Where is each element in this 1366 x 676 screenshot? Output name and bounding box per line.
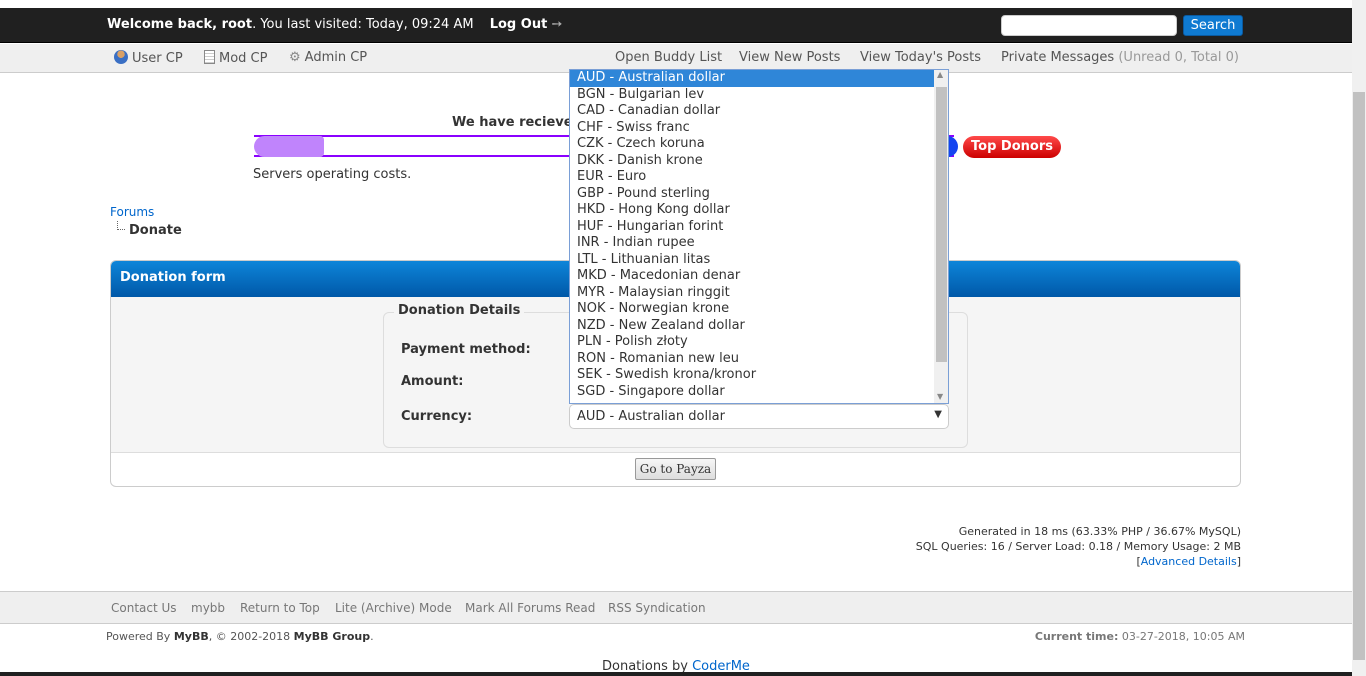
mybb-group-link[interactable]: MyBB Group (294, 630, 370, 643)
amount-label: Amount: (401, 374, 464, 389)
logout-link[interactable]: Log Out (490, 17, 548, 32)
currency-option[interactable]: PLN - Polish złoty (570, 334, 948, 351)
period: . (370, 630, 374, 643)
footer-nav: Contact Us mybb Return to Top Lite (Arch… (0, 591, 1352, 624)
currency-option[interactable]: NZD - New Zealand dollar (570, 318, 948, 335)
currency-option[interactable]: GBP - Pound sterling (570, 186, 948, 203)
notepad-icon (204, 50, 215, 64)
new-posts-link[interactable]: View New Posts (739, 50, 840, 65)
currency-option[interactable]: SGD - Singapore dollar (570, 384, 948, 401)
breadcrumb-forums[interactable]: Forums (110, 205, 154, 219)
breadcrumb-tree-line (117, 221, 125, 230)
dropdown-scrollbar[interactable]: ▲ ▼ (934, 70, 948, 403)
goal-description: Servers operating costs. (253, 167, 412, 182)
currency-option[interactable]: EUR - Euro (570, 169, 948, 186)
footer-link-lite[interactable]: Lite (Archive) Mode (335, 601, 452, 615)
footer-link-rss[interactable]: RSS Syndication (608, 601, 706, 615)
stats-generated: Generated in 18 ms (63.33% PHP / 36.67% … (958, 525, 1241, 538)
footer-link-contact[interactable]: Contact Us (111, 601, 177, 615)
time-label: Current time: (1034, 630, 1119, 643)
currency-option[interactable]: SEK - Swedish krona/kronor (570, 367, 948, 384)
currency-option[interactable]: HKD - Hong Kong dollar (570, 202, 948, 219)
welcome-text: Welcome back, root. You last visited: To… (107, 17, 562, 32)
currency-select[interactable]: AUD - Australian dollar ▼ (569, 404, 949, 429)
footer-link-top[interactable]: Return to Top (240, 601, 320, 615)
currency-option[interactable]: DKK - Danish krone (570, 153, 948, 170)
buddy-list-link[interactable]: Open Buddy List (615, 50, 722, 65)
debug-stats: Generated in 18 ms (63.33% PHP / 36.67% … (915, 525, 1241, 568)
page-scrollbar-thumb[interactable] (1353, 92, 1365, 660)
donation-progress-fill (254, 136, 324, 157)
top-donors-button[interactable]: Top Donors (963, 136, 1061, 158)
currency-option[interactable]: CAD - Canadian dollar (570, 103, 948, 120)
private-messages-link[interactable]: Private Messages (Unread 0, Total 0) (1001, 50, 1239, 65)
last-visited: . You last visited: Today, 09:24 AM (252, 17, 474, 32)
breadcrumb-current: Donate (129, 223, 182, 238)
go-to-payza-button[interactable]: Go to Payza (635, 458, 716, 480)
search-input[interactable] (1001, 15, 1177, 36)
currency-option[interactable]: BGN - Bulgarian lev (570, 87, 948, 104)
copyright: , © 2002-2018 (208, 630, 294, 643)
admin-cp-link[interactable]: ⚙ Admin CP (289, 50, 367, 65)
search-button[interactable]: Search (1183, 15, 1243, 36)
fieldset-legend: Donation Details (394, 303, 525, 318)
todays-posts-link[interactable]: View Today's Posts (860, 50, 981, 65)
currency-option[interactable]: HUF - Hungarian forint (570, 219, 948, 236)
time-value: 03-27-2018, 10:05 AM (1121, 630, 1245, 643)
currency-option[interactable]: MYR - Malaysian ringgit (570, 285, 948, 302)
top-bar: Welcome back, root. You last visited: To… (0, 8, 1352, 43)
arrow-right-icon: ➙ (551, 17, 563, 32)
pm-counts: (Unread 0, Total 0) (1118, 50, 1239, 65)
currency-option[interactable]: MKD - Macedonian denar (570, 268, 948, 285)
advanced-details-link[interactable]: Advanced Details (1141, 555, 1237, 568)
currency-option[interactable]: AUD - Australian dollar (570, 70, 948, 87)
currency-option[interactable]: INR - Indian rupee (570, 235, 948, 252)
currency-option[interactable]: LTL - Lithuanian litas (570, 252, 948, 269)
powered-by: Powered By MyBB, © 2002-2018 MyBB Group. (106, 630, 374, 643)
scroll-down-icon[interactable]: ▼ (937, 392, 943, 401)
footer-link-mybb[interactable]: mybb (191, 601, 225, 615)
mod-cp-link[interactable]: Mod CP (204, 50, 267, 66)
user-cp-link[interactable]: User CP (114, 50, 183, 66)
bottom-bar (0, 672, 1352, 676)
currency-option[interactable]: CHF - Swiss franc (570, 120, 948, 137)
currency-selected-value: AUD - Australian dollar (577, 409, 725, 424)
admin-cp-label: Admin CP (304, 50, 368, 65)
payment-method-label: Payment method: (401, 342, 531, 357)
dropdown-arrow-icon: ▼ (934, 409, 942, 420)
stats-queries: SQL Queries: 16 / Server Load: 0.18 / Me… (915, 540, 1241, 553)
currency-option[interactable]: RON - Romanian new leu (570, 351, 948, 368)
mybb-link[interactable]: MyBB (174, 630, 209, 643)
current-time: Current time: 03-27-2018, 10:05 AM (1035, 630, 1245, 643)
footer-link-mark-read[interactable]: Mark All Forums Read (465, 601, 595, 615)
currency-option[interactable]: NOK - Norwegian krone (570, 301, 948, 318)
pm-label: Private Messages (1001, 50, 1115, 65)
currency-label: Currency: (401, 409, 473, 424)
currency-dropdown-list[interactable]: AUD - Australian dollar BGN - Bulgarian l… (569, 69, 949, 404)
scroll-up-icon[interactable]: ▲ (937, 70, 943, 79)
currency-option[interactable]: CZK - Czech koruna (570, 136, 948, 153)
powered-prefix: Powered By (106, 630, 174, 643)
welcome-user: Welcome back, root (107, 17, 253, 32)
user-icon (114, 50, 128, 64)
user-cp-label: User CP (132, 51, 183, 66)
donation-goal-heading: We have recieve (452, 115, 573, 130)
gear-icon: ⚙ (289, 50, 301, 65)
dropdown-scrollbar-thumb[interactable] (936, 87, 947, 362)
mod-cp-label: Mod CP (219, 51, 268, 66)
